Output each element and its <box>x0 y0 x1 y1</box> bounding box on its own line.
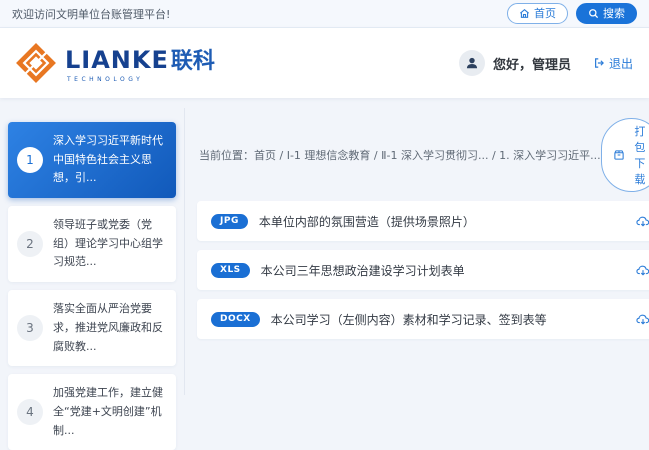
package-icon <box>613 149 625 161</box>
user-area: 您好，管理员 退出 <box>459 50 633 76</box>
home-icon <box>519 8 530 19</box>
file-info: XLS 本公司三年思想政治建设学习计划表单 <box>211 262 465 279</box>
content: 当前位置：首页 / I-1 理想信念教育 / Ⅱ-1 深入学习贯彻习... / … <box>185 98 649 448</box>
sidebar-item-2[interactable]: 2 领导班子或党委（党组）理论学习中心组学习规范... <box>8 206 176 282</box>
file-type-badge: JPG <box>211 214 248 229</box>
topbar-actions: 首页 搜索 <box>507 3 637 24</box>
search-button-label: 搜索 <box>603 8 625 19</box>
file-type-badge: DOCX <box>211 312 260 327</box>
file-name: 本公司学习（左侧内容）素材和学习记录、签到表等 <box>271 311 547 328</box>
item-number-badge: 2 <box>17 231 43 257</box>
header: LIANKE 联科 TECHNOLOGY 您好，管理员 <box>0 28 649 98</box>
search-icon <box>588 8 599 19</box>
breadcrumb-row: 当前位置：首页 / I-1 理想信念教育 / Ⅱ-1 深入学习贯彻习... / … <box>197 118 649 192</box>
search-button[interactable]: 搜索 <box>576 3 637 24</box>
download-button[interactable]: 下载 <box>636 213 649 229</box>
breadcrumb-path: 首页 / I-1 理想信念教育 / Ⅱ-1 深入学习贯彻习... / 1. 深入… <box>254 149 601 162</box>
toolbar: 打包下载 <box>601 118 649 192</box>
logo-name-cn: 联科 <box>171 43 215 75</box>
file-info: JPG 本单位内部的氛围营造（提供场景照片） <box>211 213 475 230</box>
logo-subtitle: TECHNOLOGY <box>65 76 215 83</box>
logout-icon <box>593 57 605 69</box>
logout-button[interactable]: 退出 <box>593 55 633 72</box>
file-name: 本公司三年思想政治建设学习计划表单 <box>261 262 465 279</box>
avatar <box>459 50 485 76</box>
sidebar-item-label: 领导班子或党委（党组）理论学习中心组学习规范... <box>53 216 167 272</box>
logo: LIANKE 联科 TECHNOLOGY <box>16 43 215 83</box>
file-row-2: XLS 本公司三年思想政治建设学习计划表单 下载 <box>197 250 649 290</box>
pack-download-label: 打包下载 <box>630 123 649 187</box>
welcome-text: 欢迎访问文明单位台账管理平台! <box>12 6 170 22</box>
breadcrumb-label: 当前位置： <box>199 149 254 162</box>
download-button[interactable]: 下载 <box>636 311 649 327</box>
logo-text: LIANKE 联科 TECHNOLOGY <box>65 43 215 83</box>
topbar: 欢迎访问文明单位台账管理平台! 首页 搜索 <box>0 0 649 28</box>
sidebar-item-4[interactable]: 4 加强党建工作，建立健全“党建+文明创建”机制... <box>8 374 176 450</box>
lianke-logo-icon <box>16 43 56 83</box>
home-button-label: 首页 <box>534 8 556 19</box>
file-row-1: JPG 本单位内部的氛围营造（提供场景照片） 下载 <box>197 201 649 241</box>
cloud-download-icon <box>636 313 649 326</box>
sidebar-item-3[interactable]: 3 落实全面从严治党要求，推进党风廉政和反腐败教... <box>8 290 176 366</box>
download-button[interactable]: 下载 <box>636 262 649 278</box>
sidebar-item-label: 深入学习习近平新时代中国特色社会主义思想，引... <box>53 132 167 188</box>
home-button[interactable]: 首页 <box>507 3 568 24</box>
sidebar: 1 深入学习习近平新时代中国特色社会主义思想，引... 2 领导班子或党委（党组… <box>0 98 184 448</box>
user-greeting: 您好，管理员 <box>493 54 571 73</box>
cloud-download-icon <box>636 264 649 277</box>
logo-name-en: LIANKE <box>65 46 169 74</box>
pack-download-button[interactable]: 打包下载 <box>601 118 649 192</box>
item-number-badge: 1 <box>17 147 43 173</box>
sidebar-item-1[interactable]: 1 深入学习习近平新时代中国特色社会主义思想，引... <box>8 122 176 198</box>
sidebar-item-label: 加强党建工作，建立健全“党建+文明创建”机制... <box>53 384 167 440</box>
file-name: 本单位内部的氛围营造（提供场景照片） <box>259 213 475 230</box>
user-info: 您好，管理员 <box>459 50 571 76</box>
breadcrumb: 当前位置：首页 / I-1 理想信念教育 / Ⅱ-1 深入学习贯彻习... / … <box>199 147 601 163</box>
cloud-download-icon <box>636 215 649 228</box>
logout-label: 退出 <box>609 55 633 72</box>
app-root: 欢迎访问文明单位台账管理平台! 首页 搜索 <box>0 0 649 448</box>
item-number-badge: 3 <box>17 315 43 341</box>
file-row-3: DOCX 本公司学习（左侧内容）素材和学习记录、签到表等 下载 <box>197 299 649 339</box>
file-info: DOCX 本公司学习（左侧内容）素材和学习记录、签到表等 <box>211 311 547 328</box>
item-number-badge: 4 <box>17 399 43 425</box>
sidebar-item-label: 落实全面从严治党要求，推进党风廉政和反腐败教... <box>53 300 167 356</box>
main: 1 深入学习习近平新时代中国特色社会主义思想，引... 2 领导班子或党委（党组… <box>0 98 649 448</box>
file-type-badge: XLS <box>211 263 250 278</box>
